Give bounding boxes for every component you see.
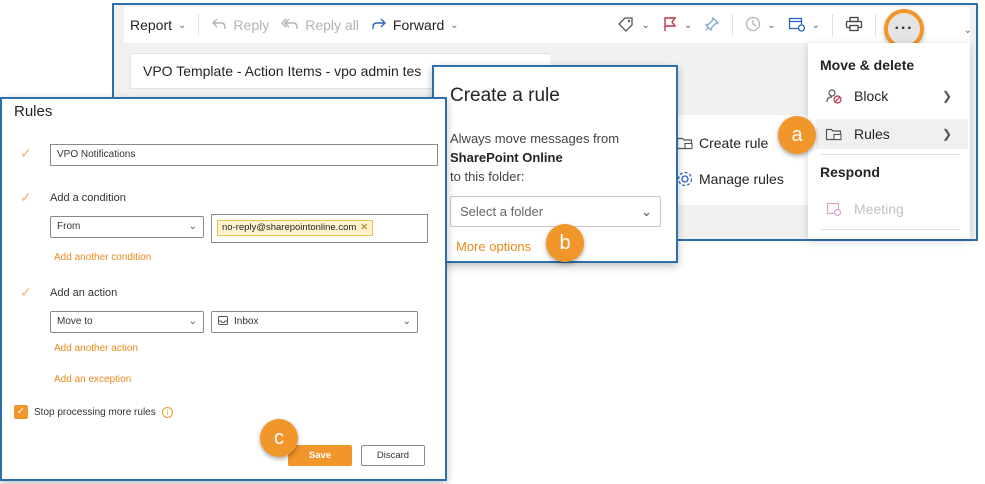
- toolbar-divider: [832, 14, 833, 36]
- menu-divider: [820, 229, 960, 230]
- manage-rules-item[interactable]: Manage rules: [671, 165, 784, 193]
- forward-label: Forward: [392, 17, 445, 33]
- discard-button[interactable]: Discard: [361, 445, 425, 466]
- chevron-down-icon: ⌄: [450, 19, 459, 31]
- create-rule-description: Always move messages from SharePoint Onl…: [450, 129, 665, 186]
- callout-c: c: [260, 419, 298, 457]
- save-button[interactable]: Save: [288, 445, 352, 466]
- print-button[interactable]: [839, 7, 869, 43]
- stop-processing-checkbox[interactable]: ✓: [14, 405, 28, 419]
- more-actions-menu: Move & delete Block ❯ Rules ❯ Respond Me…: [808, 43, 970, 239]
- calendar-reply-icon: [822, 201, 846, 217]
- menu-item-meeting[interactable]: Meeting: [816, 194, 968, 224]
- snooze-button[interactable]: ⌄: [739, 7, 781, 43]
- check-icon: ✓: [20, 145, 32, 161]
- calendar-gear-icon: [788, 16, 806, 35]
- action-field-value: Move to: [57, 316, 93, 327]
- action-folder-select[interactable]: Inbox ⌄: [211, 311, 418, 333]
- sender-name: SharePoint Online: [450, 150, 563, 165]
- callout-a: a: [778, 116, 816, 154]
- stop-processing-row: ✓ Stop processing more rules i: [14, 405, 173, 419]
- chevron-down-icon: ⌄: [188, 316, 197, 327]
- create-rule-title: Create a rule: [450, 85, 560, 106]
- forward-icon: [371, 17, 387, 34]
- menu-item-block-label: Block: [854, 88, 889, 104]
- menu-item-meeting-label: Meeting: [854, 201, 904, 217]
- flag-icon: [662, 16, 678, 35]
- menu-divider: [820, 154, 960, 155]
- action-folder-value: Inbox: [234, 316, 259, 327]
- chevron-down-icon: ⌄: [188, 221, 197, 232]
- tag-icon: [617, 16, 635, 35]
- sender-chip[interactable]: no-reply@sharepointonline.com ✕: [217, 220, 374, 236]
- check-icon: ✓: [20, 284, 32, 300]
- condition-field-value: From: [57, 221, 81, 232]
- reply-all-icon: [281, 17, 299, 34]
- menu-item-block[interactable]: Block ❯: [816, 81, 968, 111]
- chevron-down-icon: ⌄: [402, 316, 411, 327]
- folder-select-placeholder: Select a folder: [460, 204, 544, 219]
- chevron-down-icon: ⌄: [811, 19, 820, 31]
- rule-name-input[interactable]: VPO Notifications: [50, 144, 438, 166]
- desc-line-1: Always move messages from: [450, 131, 620, 146]
- chevron-down-icon: ⌄: [683, 19, 693, 31]
- desc-line-2: to this folder:: [450, 169, 525, 184]
- condition-field-select[interactable]: From ⌄: [50, 216, 204, 238]
- message-toolbar: Report ⌄ Reply Reply all Forward ⌄ ⌄ ⌄ ⌄…: [124, 7, 970, 43]
- menu-section-move-delete: Move & delete: [820, 57, 915, 73]
- menu-item-rules[interactable]: Rules ❯: [816, 119, 968, 149]
- chevron-down-icon: ⌄: [641, 204, 652, 219]
- stop-processing-label: Stop processing more rules: [34, 406, 156, 418]
- add-another-condition-link[interactable]: Add another condition: [54, 252, 151, 263]
- chevron-right-icon: ❯: [941, 89, 952, 103]
- report-label: Report: [130, 17, 173, 33]
- sender-chip-label: no-reply@sharepointonline.com: [222, 222, 357, 233]
- more-options-link[interactable]: More options: [456, 239, 531, 254]
- reply-button[interactable]: Reply: [205, 7, 275, 43]
- block-icon: [822, 88, 846, 104]
- create-rule-item[interactable]: Create rule: [671, 129, 768, 157]
- rules-panel-title: Rules: [14, 103, 53, 120]
- toolbar-divider: [875, 14, 876, 36]
- inbox-icon: [218, 313, 228, 333]
- info-icon[interactable]: i: [161, 406, 173, 418]
- menu-section-respond: Respond: [820, 164, 880, 180]
- report-button[interactable]: Report ⌄: [124, 7, 192, 43]
- add-condition-label: Add a condition: [50, 192, 126, 204]
- add-another-action-link[interactable]: Add another action: [54, 343, 138, 354]
- create-rule-label: Create rule: [699, 135, 769, 151]
- menu-item-rules-label: Rules: [854, 126, 890, 142]
- add-exception-link[interactable]: Add an exception: [54, 374, 131, 385]
- pin-icon: [704, 16, 720, 35]
- reply-all-label: Reply all: [305, 17, 359, 33]
- folder-select[interactable]: Select a folder ⌄: [450, 196, 661, 227]
- chevron-down-icon: ⌄: [641, 19, 650, 31]
- reply-all-button[interactable]: Reply all: [275, 7, 365, 43]
- check-icon: ✓: [20, 189, 32, 205]
- folder-rules-icon: [822, 126, 846, 142]
- condition-value-input[interactable]: no-reply@sharepointonline.com ✕: [211, 214, 428, 243]
- chevron-right-icon: ❯: [941, 127, 952, 141]
- chevron-down-icon: ⌄: [178, 19, 187, 31]
- action-field-select[interactable]: Move to ⌄: [50, 311, 204, 333]
- forward-button[interactable]: Forward ⌄: [365, 7, 465, 43]
- flag-button[interactable]: ⌄: [656, 7, 698, 43]
- remove-chip-icon[interactable]: ✕: [360, 222, 368, 233]
- rules-panel: Rules ✓ VPO Notifications ✓ Add a condit…: [0, 97, 447, 481]
- tag-button[interactable]: ⌄: [611, 7, 655, 43]
- chevron-down-icon[interactable]: ⌄: [964, 25, 972, 36]
- callout-b: b: [546, 224, 584, 262]
- manage-rules-label: Manage rules: [699, 171, 784, 187]
- rules-toolbar-button[interactable]: ⌄: [782, 7, 826, 43]
- add-action-label: Add an action: [50, 287, 118, 299]
- clock-icon: [745, 16, 761, 35]
- reply-label: Reply: [233, 17, 270, 33]
- toolbar-divider: [732, 14, 734, 36]
- chevron-down-icon: ⌄: [767, 19, 776, 31]
- printer-icon: [845, 16, 863, 35]
- reply-icon: [211, 17, 227, 34]
- toolbar-divider: [198, 14, 200, 36]
- pin-button[interactable]: [698, 7, 726, 43]
